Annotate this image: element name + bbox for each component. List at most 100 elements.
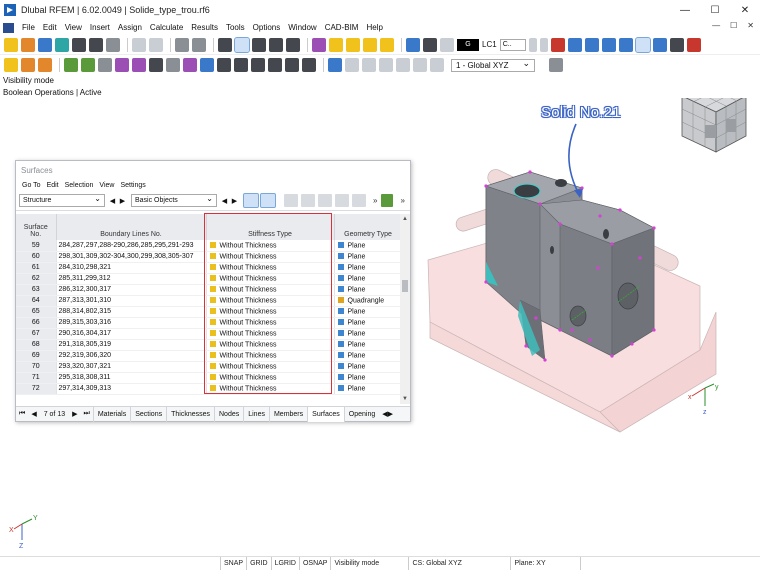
- cell-stiffness-type[interactable]: Without Thickness: [206, 372, 335, 384]
- result-values-icon[interactable]: [423, 37, 437, 52]
- cell-stiffness-type[interactable]: Without Thickness: [206, 383, 335, 395]
- cell-geometry-type[interactable]: Plane: [334, 262, 402, 274]
- undo-icon[interactable]: [175, 37, 189, 52]
- more-tools-icon[interactable]: »: [400, 196, 404, 205]
- cell-stiffness-type[interactable]: Without Thickness: [206, 240, 335, 252]
- solid-view-icon[interactable]: [413, 58, 427, 72]
- cell-stiffness-type[interactable]: Without Thickness: [206, 328, 335, 340]
- menu-file[interactable]: File: [18, 23, 39, 32]
- table-row[interactable]: 63 286,312,300,317 Without Thickness Plane: [16, 284, 402, 296]
- calc-view-icon[interactable]: [363, 37, 377, 52]
- cell-boundary-lines[interactable]: 285,311,299,312: [56, 273, 207, 285]
- load-icon[interactable]: [550, 37, 565, 52]
- doc-close-button[interactable]: ✕: [747, 21, 754, 30]
- report-icon[interactable]: [132, 37, 146, 52]
- table-row[interactable]: 65 288,314,802,315 Without Thickness Plane: [16, 306, 402, 318]
- decimals-icon[interactable]: [381, 194, 394, 207]
- table-row[interactable]: 64 287,313,301,310 Without Thickness Quadra…: [16, 295, 402, 307]
- table-row[interactable]: 62 285,311,299,312 Without Thickness Plane: [16, 273, 402, 285]
- scroll-up-icon[interactable]: ▲: [400, 214, 410, 224]
- view-z-icon[interactable]: [268, 58, 282, 72]
- guide-icon[interactable]: [183, 58, 197, 72]
- maximize-button[interactable]: ☐: [700, 0, 730, 20]
- cell-stiffness-type[interactable]: Without Thickness: [206, 339, 335, 351]
- cell-surface-no[interactable]: 64: [16, 295, 57, 307]
- tab-nodes[interactable]: Nodes: [214, 406, 243, 422]
- filter-icon[interactable]: [328, 58, 342, 72]
- member-icon[interactable]: [98, 58, 112, 72]
- first-page-icon[interactable]: ⏮: [16, 410, 28, 418]
- select-in-model-icon[interactable]: [260, 193, 276, 208]
- cell-surface-no[interactable]: 61: [16, 262, 57, 274]
- save-icon[interactable]: [72, 37, 86, 52]
- next-arrow-icon[interactable]: ▶: [118, 195, 127, 207]
- open-file-icon[interactable]: [21, 37, 35, 52]
- table-filter-icon[interactable]: [335, 194, 349, 207]
- object-filter-select[interactable]: Basic Objects ⌄: [131, 194, 217, 207]
- panel-toggle-icon[interactable]: [234, 36, 250, 53]
- cell-boundary-lines[interactable]: 293,320,307,321: [56, 361, 207, 373]
- cell-stiffness-type[interactable]: Without Thickness: [206, 317, 335, 329]
- cell-geometry-type[interactable]: Plane: [334, 284, 402, 296]
- table-view-icon[interactable]: [352, 194, 366, 207]
- cell-stiffness-type[interactable]: Without Thickness: [206, 262, 335, 274]
- menu-assign[interactable]: Assign: [114, 23, 146, 32]
- section-icon[interactable]: [362, 58, 376, 72]
- panel-menu-goto[interactable]: Go To: [19, 182, 44, 189]
- cell-geometry-type[interactable]: Plane: [334, 383, 402, 395]
- cell-boundary-lines[interactable]: 290,316,304,317: [56, 328, 207, 340]
- zoom-icon[interactable]: [302, 58, 316, 72]
- menu-cad-bim[interactable]: CAD-BIM: [321, 23, 363, 32]
- render-icon[interactable]: [634, 36, 651, 53]
- view-cube[interactable]: [681, 98, 747, 153]
- menu-app-icon[interactable]: [3, 22, 14, 33]
- prev-lc-icon[interactable]: [528, 37, 537, 52]
- cell-stiffness-type[interactable]: Without Thickness: [206, 306, 335, 318]
- cell-geometry-type[interactable]: Plane: [334, 372, 402, 384]
- solid-icon[interactable]: [132, 58, 146, 72]
- cell-stiffness-type[interactable]: Without Thickness: [206, 350, 335, 362]
- cell-surface-no[interactable]: 66: [16, 317, 57, 329]
- cell-surface-no[interactable]: 72: [16, 383, 57, 395]
- table-edit-icon[interactable]: [301, 194, 315, 207]
- table-row[interactable]: 66 289,315,303,316 Without Thickness Plane: [16, 317, 402, 329]
- grid-icon[interactable]: [217, 58, 231, 72]
- node-icon[interactable]: [64, 58, 78, 72]
- cell-stiffness-type[interactable]: Without Thickness: [206, 361, 335, 373]
- menu-view[interactable]: View: [61, 23, 86, 32]
- menu-edit[interactable]: Edit: [39, 23, 61, 32]
- cell-boundary-lines[interactable]: 295,318,308,311: [56, 372, 207, 384]
- col-geometry-type[interactable]: Geometry Type: [334, 214, 402, 240]
- cell-boundary-lines[interactable]: 286,312,300,317: [56, 284, 207, 296]
- table-row[interactable]: 72 297,314,309,313 Without Thickness Plane: [16, 383, 402, 395]
- dimension-icon[interactable]: [166, 58, 180, 72]
- print-menu-icon[interactable]: [106, 37, 120, 52]
- tab-materials[interactable]: Materials: [92, 406, 130, 422]
- status-visibility-mode[interactable]: Visibility mode: [331, 556, 410, 570]
- cell-surface-no[interactable]: 67: [16, 328, 57, 340]
- load-case-dropdown[interactable]: C..: [499, 38, 526, 51]
- calc-results-icon[interactable]: [346, 37, 360, 52]
- table-row[interactable]: 70 293,320,307,321 Without Thickness Plane: [16, 361, 402, 373]
- cell-stiffness-type[interactable]: Without Thickness: [206, 295, 335, 307]
- view-x-icon[interactable]: [234, 58, 248, 72]
- menu-calculate[interactable]: Calculate: [146, 23, 187, 32]
- cell-boundary-lines[interactable]: 291,318,305,319: [56, 339, 207, 351]
- calculator-icon[interactable]: [252, 37, 266, 52]
- deformation-x-icon[interactable]: [584, 37, 599, 52]
- next-arrow-icon[interactable]: ▶: [230, 195, 239, 207]
- menu-window[interactable]: Window: [284, 23, 320, 32]
- redo-icon[interactable]: [192, 37, 206, 52]
- cell-geometry-type[interactable]: Plane: [334, 306, 402, 318]
- panel-menu-selection[interactable]: Selection: [62, 182, 97, 189]
- cell-surface-no[interactable]: 68: [16, 339, 57, 351]
- status-lgrid[interactable]: LGRID: [272, 556, 300, 570]
- cell-surface-no[interactable]: 70: [16, 361, 57, 373]
- clipping-icon[interactable]: [200, 58, 214, 72]
- table-row[interactable]: 60 298,301,309,302-304,300,299,308,305-30…: [16, 251, 402, 263]
- tables-icon[interactable]: [286, 37, 300, 52]
- view-navigator-icon[interactable]: [218, 37, 232, 52]
- cell-geometry-type[interactable]: Plane: [334, 328, 402, 340]
- cell-geometry-type[interactable]: Plane: [334, 251, 402, 263]
- load-case-selector[interactable]: G LC1 C..: [457, 38, 526, 51]
